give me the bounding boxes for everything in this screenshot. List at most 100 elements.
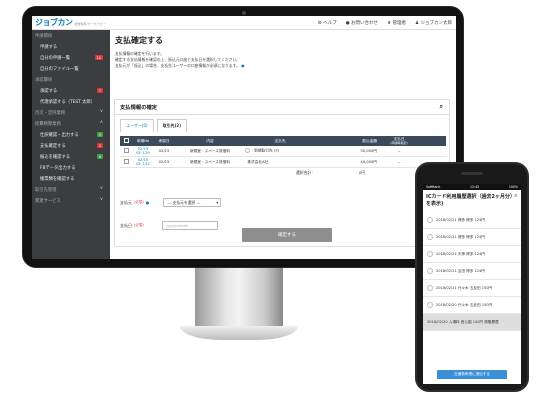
radio-button[interactable] [427, 251, 433, 257]
radio-button[interactable] [427, 217, 433, 223]
history-item[interactable]: 2018/02/21 吉田 博多 124円 [423, 263, 521, 280]
chevron-down-icon: ▾ [216, 200, 219, 205]
col-date: 承認日 [158, 138, 170, 143]
sidebar-item-label: 帳票類を確認する [40, 176, 75, 182]
chevron-icon: ∨ [99, 109, 103, 114]
radio-button[interactable] [427, 302, 433, 308]
payment-source-select[interactable]: --- 支払元を選択 --- ▾ [163, 198, 222, 207]
sidebar-item-label: 申請関係 [35, 33, 53, 39]
sidebar-item[interactable]: 支払確定する 2 [32, 140, 110, 151]
card-title: 支払情報の確定 [120, 105, 158, 111]
contact-link[interactable]: ● お問い合わせ [346, 20, 378, 26]
request-id: ID: 132 [136, 162, 150, 166]
tab-vendor[interactable]: 取引先(2) [156, 119, 188, 132]
chevron-icon: ∧ [99, 120, 103, 125]
sidebar-item[interactable]: 月次・定例業務 ∨ [32, 107, 110, 118]
radio-button[interactable] [427, 268, 433, 274]
total-label: 選択合計： [296, 170, 315, 175]
required-mark: (必須) [134, 223, 144, 227]
total-row: 選択合計： 0円 [120, 168, 446, 178]
payment-date-row: 支払日 (必須) yyyy/mm/dd [120, 221, 218, 230]
history-item[interactable]: 2018/02/21 代々木 五反田 150円 [423, 280, 521, 297]
pay-date: -- [397, 160, 401, 164]
sidebar-item[interactable]: 帳票類を確認する [32, 173, 110, 184]
info-icon[interactable]: ● [241, 63, 244, 68]
history-item[interactable]: 2018/02/20 入場料 西公園 140円 物販履歴 [423, 314, 521, 331]
history-item[interactable]: 2018/02/21 博多 博多 124円 [423, 212, 521, 229]
sidebar-item-label: 経費精算業務 [35, 121, 61, 127]
sidebar-item[interactable]: 自分の申請一覧 12 [32, 52, 110, 63]
col-no[interactable]: 申請No [133, 139, 153, 144]
add-expense-button[interactable]: 交通費申請に追加する [437, 370, 507, 379]
sidebar-item[interactable]: 承認関係 [32, 74, 110, 85]
history-item[interactable]: 2018/02/20 代々木 五反田 150円 [423, 297, 521, 314]
sidebar-item[interactable]: FBデータ出力する [32, 162, 110, 173]
payment-date-input[interactable]: yyyy/mm/dd [161, 221, 218, 230]
sidebar-item-label: 承認する [40, 88, 58, 94]
history-text: 2018/02/21 博多 博多 124円 [436, 234, 485, 239]
col-payee: 支払先 [274, 138, 286, 143]
history-text: 2018/02/20 入場料 西公園 140円 物販履歴 [427, 319, 499, 324]
payment-source-label: 支払元 [120, 199, 132, 205]
history-list: 2018/02/21 博多 博多 124円 2018/02/21 博多 博多 12… [423, 212, 521, 331]
required-mark: (必須) [134, 200, 144, 204]
phone-title: ICカード利用履歴選択（過去2ヶ月分） を表示) [423, 190, 521, 208]
sidebar-item[interactable]: 代理承認する（TEST 太郎） [32, 96, 110, 107]
close-icon[interactable]: × [514, 193, 518, 199]
amount: 40,000円 [360, 159, 377, 164]
sidebar-item[interactable]: 申請関係 [32, 30, 110, 41]
battery: 100% [508, 185, 518, 189]
sidebar-item-label: 支払確定する [40, 143, 66, 149]
count-badge: 7 [96, 88, 103, 93]
admin-link[interactable]: ♛ 管理者 [387, 20, 406, 26]
payment-card: 支払情報の確定 ⌕ ユーザー(0) 取引先(2) 申請No 承認日 内容 支払先 … [114, 99, 450, 247]
row-checkbox[interactable] [124, 159, 129, 164]
logo[interactable]: ジョブカン [35, 17, 73, 28]
sidebar-item[interactable]: 承認する 7 [32, 85, 110, 96]
sidebar-item-label: 仕訳確認・出力する [40, 132, 79, 138]
history-item[interactable]: 2018/02/21 天神 博多 124円 [423, 246, 521, 263]
payee-text: 株式会社A社 [247, 159, 269, 164]
request-id: ID: 129 [136, 151, 150, 155]
row-checkbox[interactable] [124, 148, 129, 153]
confirm-button[interactable]: 確定する [242, 228, 332, 242]
monitor-stand [195, 268, 283, 326]
tab-user[interactable]: ユーザー(0) [120, 119, 154, 132]
user-icon [245, 148, 250, 154]
clock: 12:45 [469, 185, 480, 189]
col-amount: 振込金額 [362, 138, 377, 143]
sidebar-item[interactable]: 振込を確認する 6 [32, 151, 110, 162]
radio-button[interactable] [427, 285, 433, 291]
info-icon[interactable]: ● [146, 200, 150, 205]
sidebar-item[interactable]: 仕訳確認・出力する 5 [32, 129, 110, 140]
payee: 株式会社A社 [245, 160, 315, 165]
sidebar-item[interactable]: 申請する [32, 41, 110, 52]
search-icon[interactable]: ⌕ [440, 103, 443, 111]
sidebar-item-label: 代理承認する（TEST 太郎） [40, 99, 96, 105]
content: 新規室・スペース賃借料 [189, 148, 231, 153]
sidebar-item[interactable]: 自分のファイル一覧 [32, 63, 110, 74]
select-all-checkbox[interactable] [124, 138, 129, 143]
sidebar-item[interactable]: 取引先管理 ∨ [32, 184, 110, 195]
request-no[interactable]: 02/15 ID: 132 [133, 158, 153, 166]
user-menu[interactable]: ♟ ジョブカン太郎 [415, 20, 452, 26]
help-link[interactable]: ⚙ ヘルプ [318, 20, 337, 26]
payment-date-label: 支払日 [120, 222, 132, 228]
radio-button[interactable] [427, 234, 433, 240]
history-item[interactable]: 2018/02/21 博多 博多 124円 [423, 229, 521, 246]
chevron-icon: ∨ [99, 197, 103, 202]
sidebar-item[interactable]: 関連サービス ∨ [32, 195, 110, 206]
payee: 新規取引先 (3) [245, 148, 315, 154]
monitor-base [180, 326, 298, 340]
amount: 30,000円 [360, 148, 377, 153]
sidebar-item[interactable]: 経費精算業務 ∧ [32, 118, 110, 129]
sidebar-item-label: 承認関係 [35, 77, 53, 83]
sidebar: 申請関係申請する自分の申請一覧 12 自分のファイル一覧承認関係承認する 7 代理承認す… [32, 30, 110, 259]
help-label: ヘルプ [323, 20, 337, 26]
history-text: 2018/02/20 代々木 五反田 150円 [436, 302, 493, 307]
count-badge: 2 [96, 143, 103, 148]
col-content: 内容 [206, 138, 214, 143]
top-bar: ジョブカン 経費精算/ワークフロー ⚙ ヘルプ ● お問い合わせ ♛ 管理者 ♟… [32, 16, 456, 30]
sidebar-item-label: 申請する [40, 44, 58, 50]
request-no[interactable]: 02/15 ID: 129 [133, 147, 153, 155]
